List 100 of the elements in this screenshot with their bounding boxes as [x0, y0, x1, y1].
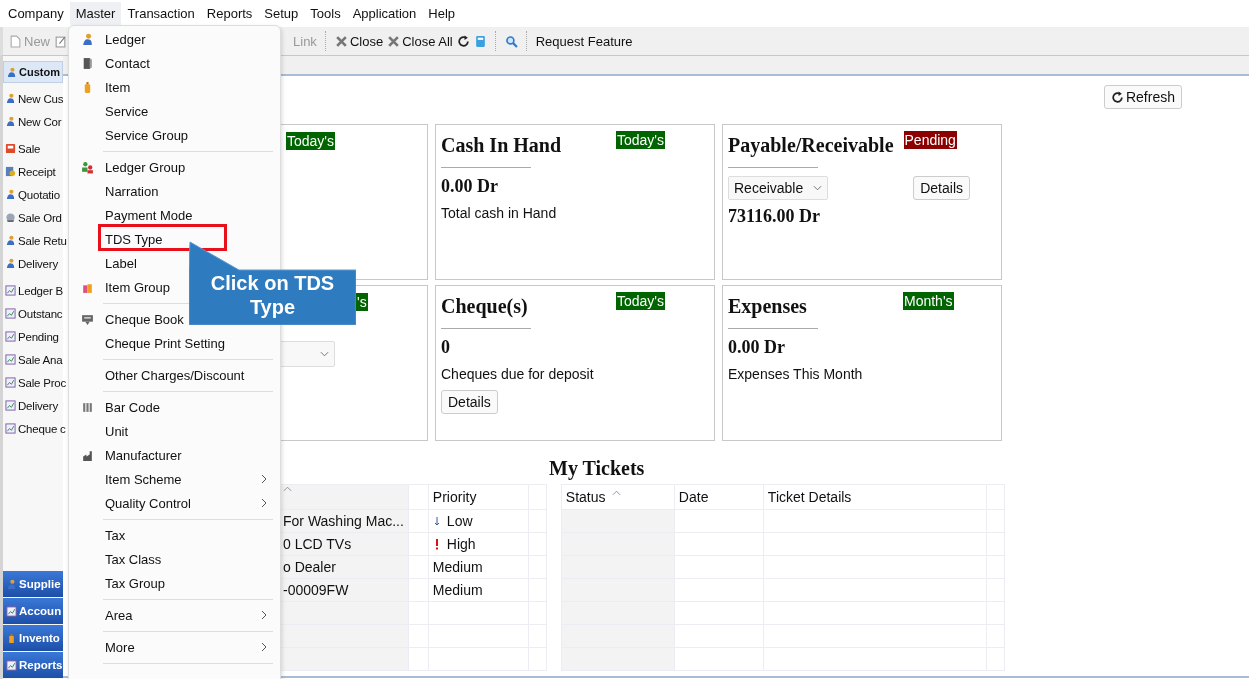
bottle-icon — [6, 632, 17, 644]
chart-icon — [5, 423, 16, 434]
card-description: Expenses This Month — [728, 366, 864, 382]
menu-item[interactable]: Bar Code — [69, 395, 280, 419]
factory-icon — [81, 448, 94, 462]
column-header[interactable]: Date — [674, 484, 764, 510]
sidebar-item[interactable]: Delivery — [3, 394, 63, 417]
menu-item[interactable]: Tax Class — [69, 547, 280, 571]
menu-item[interactable]: More — [69, 635, 280, 659]
edit-icon[interactable] — [54, 34, 67, 48]
menu-item[interactable]: Tax Group — [69, 571, 280, 595]
chevron-right-icon — [260, 642, 268, 652]
sidebar-item[interactable]: Ledger B — [3, 279, 63, 302]
sidebar-section[interactable]: Reports — [3, 652, 63, 678]
menu-item[interactable]: Tax — [69, 523, 280, 547]
sidebar-section[interactable]: Accoun — [3, 598, 63, 624]
menu-item[interactable]: Ledger Group — [69, 155, 280, 179]
menu-bar-item[interactable]: Application — [346, 2, 423, 25]
search-icon[interactable] — [504, 34, 518, 48]
menu-item[interactable]: Ledger — [69, 27, 280, 51]
period-badge: Pending — [903, 131, 957, 149]
sidebar-item[interactable]: Pending — [3, 325, 63, 348]
column-header[interactable]: Priority — [428, 484, 529, 510]
menu-item[interactable]: Contact — [69, 51, 280, 75]
menu-bar-item[interactable]: Tools — [304, 2, 347, 25]
details-button[interactable]: Details — [913, 176, 970, 200]
sidebar-item[interactable]: Sale Ord — [3, 206, 63, 229]
sidebar-item[interactable]: Quotatio — [3, 183, 63, 206]
column-header[interactable]: Status — [561, 484, 675, 510]
menu-item[interactable]: Manufacturer — [69, 443, 280, 467]
menu-item[interactable]: Payment Mode — [69, 203, 280, 227]
people-icon — [81, 160, 94, 174]
chevron-down-icon — [813, 185, 823, 191]
barcode-icon — [81, 400, 94, 414]
period-badge: Today's — [616, 131, 666, 149]
card-title: Cash In Hand — [441, 133, 563, 157]
refresh-icon[interactable] — [456, 34, 470, 48]
sidebar-section[interactable]: Invento — [3, 625, 63, 651]
sidebar-item[interactable]: Delivery — [3, 252, 63, 275]
sidebar-item[interactable]: Receipt — [3, 160, 63, 183]
sidebar-item[interactable]: Outstanc — [3, 302, 63, 325]
menu-item[interactable]: Item — [69, 75, 280, 99]
chart-icon — [5, 377, 16, 388]
chevron-down-icon — [320, 351, 329, 357]
menu-bar-item[interactable]: Setup — [258, 2, 305, 25]
type-dropdown[interactable]: Receivable — [728, 176, 829, 200]
table-cell: Low — [428, 509, 529, 533]
menu-item[interactable]: Service — [69, 99, 280, 123]
period-badge: Month's — [903, 292, 954, 310]
close-all-button[interactable]: Close All — [387, 33, 453, 49]
sidebar-item[interactable]: New Cus — [3, 87, 63, 110]
person-icon — [6, 578, 17, 590]
menu-bar-item[interactable]: Master — [69, 2, 122, 25]
section-title: My Tickets — [549, 457, 646, 480]
person-icon — [6, 66, 17, 78]
down-arrow-icon — [432, 514, 441, 527]
menu-item[interactable]: Other Charges/Discount — [69, 363, 280, 387]
cheque-icon — [81, 312, 94, 326]
sidebar-item[interactable]: Sale Ana — [3, 348, 63, 371]
document-icon — [9, 34, 22, 48]
sidebar-item[interactable]: New Cor — [3, 110, 63, 133]
person-icon — [5, 258, 16, 269]
chevron-right-icon — [260, 610, 268, 620]
amount-value: 73116.00 Dr — [728, 206, 821, 227]
amount-value: 0.00 Dr — [728, 337, 786, 358]
cross-icon — [387, 34, 401, 48]
register-icon — [5, 143, 16, 154]
menu-item[interactable]: Service Group — [69, 123, 280, 147]
person-icon — [5, 235, 16, 246]
request-feature-button[interactable]: Request Feature — [535, 33, 633, 49]
sidebar-header[interactable]: Custom — [3, 61, 63, 83]
menu-item[interactable]: Quality Control — [69, 491, 280, 515]
sidebar-section[interactable]: Supplie — [3, 571, 63, 597]
menu-item[interactable]: Item Scheme — [69, 467, 280, 491]
details-button[interactable]: Details — [441, 390, 498, 414]
menu-bar-item[interactable]: Company — [2, 2, 70, 25]
receipt-icon — [5, 166, 16, 177]
menu-bar-item[interactable]: Reports — [200, 2, 259, 25]
chart-icon — [5, 331, 16, 342]
amount-value: 0.00 Dr — [441, 176, 499, 197]
close-button[interactable]: Close — [334, 33, 384, 49]
menu-bar-item[interactable]: Transaction — [121, 2, 201, 25]
cross-icon — [334, 34, 348, 48]
menu-item[interactable]: Narration — [69, 179, 280, 203]
card-title: Payable/Receivable — [728, 133, 894, 157]
amount-value: 0 — [441, 337, 451, 358]
column-header[interactable]: Ticket Details — [763, 484, 987, 510]
menu-item[interactable]: Cheque Print Setting — [69, 331, 280, 355]
menu-item[interactable]: Area — [69, 603, 280, 627]
menu-item[interactable]: Unit — [69, 419, 280, 443]
sidebar-item[interactable]: Sale — [3, 137, 63, 160]
card-description: Total cash in Hand — [441, 205, 558, 221]
chart-icon — [5, 400, 16, 411]
person-icon — [81, 32, 94, 46]
refresh-button[interactable]: Refresh — [1103, 85, 1182, 109]
chevron-right-icon — [260, 498, 268, 508]
menu-bar-item[interactable]: Help — [422, 2, 462, 25]
callout-tooltip: Click on TDS Type — [189, 240, 356, 325]
card-title: Expenses — [728, 294, 808, 318]
table-cell: Medium — [428, 555, 529, 579]
